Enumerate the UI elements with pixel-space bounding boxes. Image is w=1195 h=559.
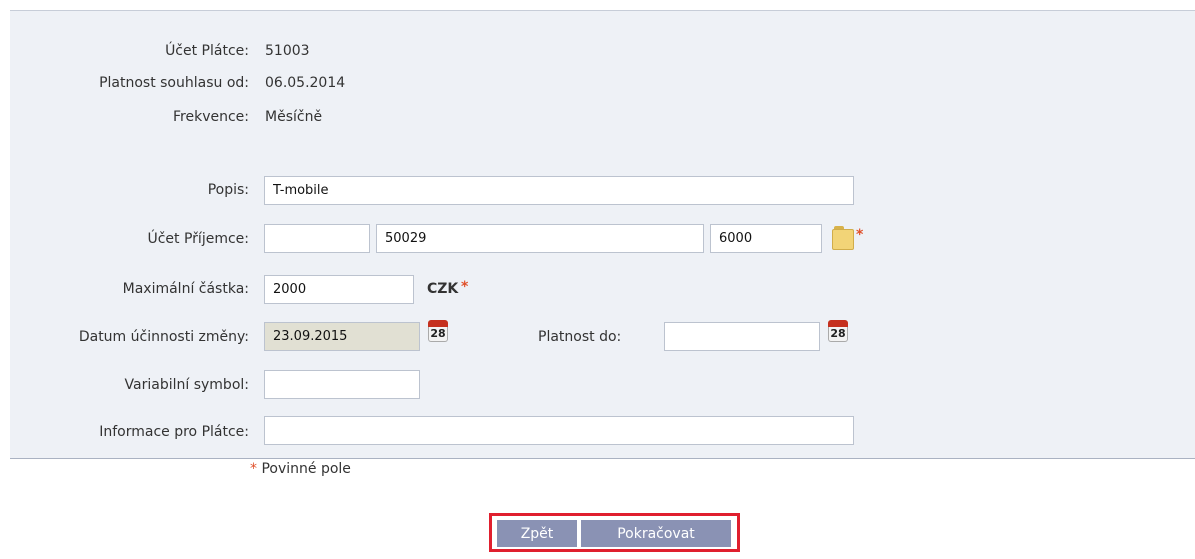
- vs-input[interactable]: [264, 370, 420, 399]
- required-mark: *: [856, 227, 864, 243]
- popis-input[interactable]: [264, 176, 854, 205]
- button-highlight: Zpět Pokračovat: [489, 513, 740, 552]
- datum-input: [264, 322, 420, 351]
- info-platce-label: Informace pro Plátce:: [99, 424, 249, 440]
- ucet-number-input[interactable]: [376, 224, 704, 253]
- calendar-icon[interactable]: 28: [828, 320, 848, 342]
- currency-label: CZK: [427, 281, 459, 297]
- form-panel: Účet Plátce: 51003 Platnost souhlasu od:…: [10, 10, 1195, 459]
- folder-icon[interactable]: [832, 226, 854, 250]
- platnost-do-input[interactable]: [664, 322, 820, 351]
- ucet-prefix-input[interactable]: [264, 224, 370, 253]
- platnost-label: Platnost souhlasu od:: [99, 75, 249, 91]
- calendar-icon[interactable]: 28: [428, 320, 448, 342]
- required-note-text: Povinné pole: [261, 461, 351, 477]
- datum-label: Datum účinnosti změny:: [78, 329, 249, 345]
- popis-label: Popis:: [207, 182, 249, 198]
- platnost-do-label: Platnost do:: [538, 329, 622, 345]
- back-button[interactable]: Zpět: [497, 520, 577, 547]
- max-castka-input[interactable]: [264, 275, 414, 304]
- frekvence-label: Frekvence:: [172, 109, 249, 125]
- required-note: * Povinné pole: [250, 461, 351, 477]
- frekvence-value: Měsíčně: [265, 109, 323, 125]
- required-mark: *: [250, 461, 257, 477]
- required-mark: *: [461, 279, 469, 295]
- info-platce-input[interactable]: [264, 416, 854, 445]
- ucet-platce-label: Účet Plátce:: [165, 43, 249, 59]
- max-castka-label: Maximální částka:: [122, 281, 249, 297]
- ucet-prijemce-label: Účet Příjemce:: [147, 231, 249, 247]
- ucet-bank-input[interactable]: [710, 224, 822, 253]
- platnost-value: 06.05.2014: [265, 75, 346, 91]
- vs-label: Variabilní symbol:: [124, 377, 249, 393]
- continue-button[interactable]: Pokračovat: [581, 520, 731, 547]
- ucet-platce-value: 51003: [265, 43, 310, 59]
